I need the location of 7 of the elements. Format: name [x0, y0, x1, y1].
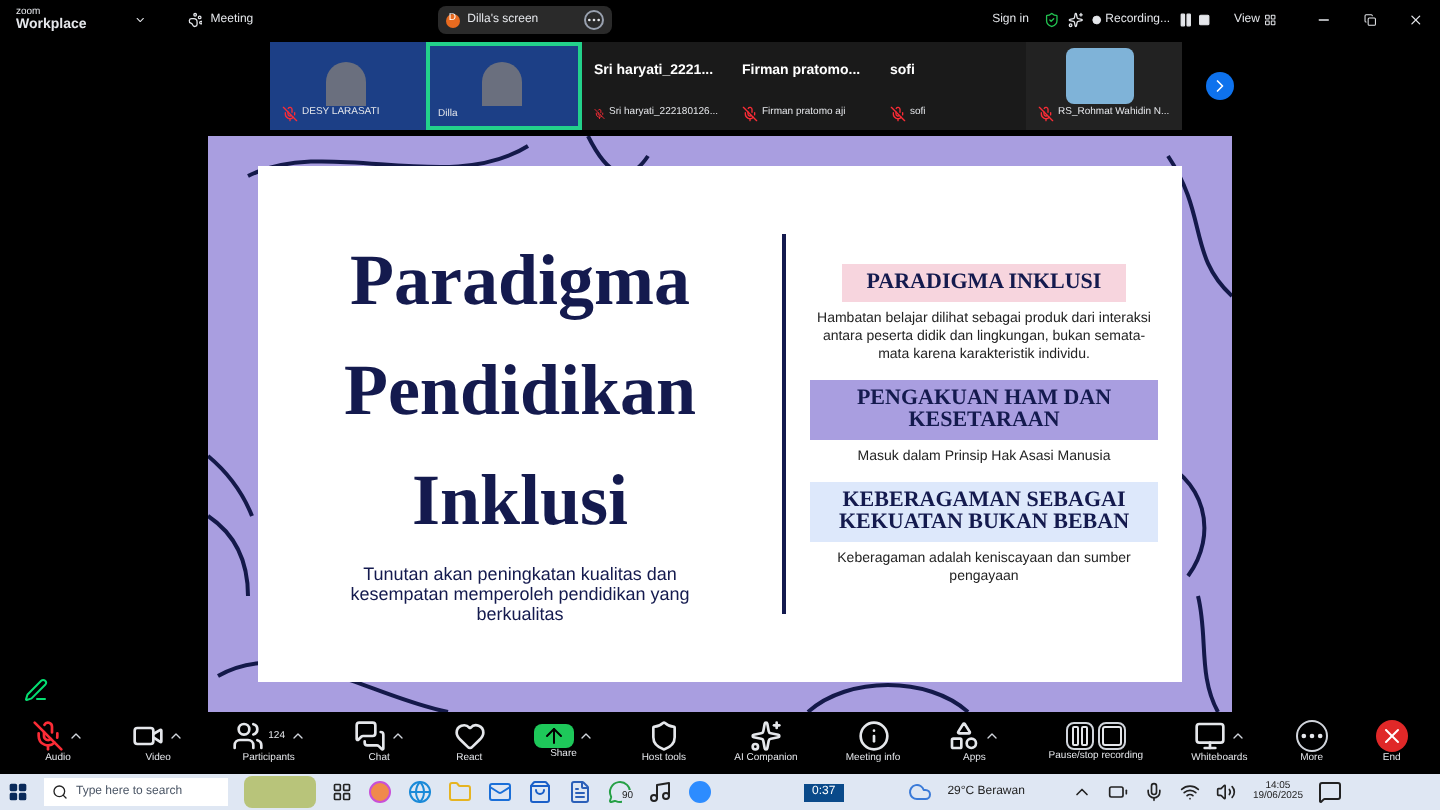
slide-title: Paradigma — [350, 237, 690, 324]
slide-subtitle: Tunutan akan peningkatan kualitas dan kesempatan memperoleh pendidikan yang berkualitas — [348, 563, 692, 623]
point-heading: PARADIGMA INKLUSI — [842, 263, 1126, 301]
slide-title: Inklusi — [411, 457, 629, 543]
slide-title: Pendidikan — [343, 347, 697, 433]
point-heading: PENGAKUAN HAM DAN KESETARAAN — [810, 379, 1158, 439]
point-heading: KEBERAGAMAN SEBAGAI KEKUATAN BUKAN BEBAN — [810, 481, 1158, 541]
